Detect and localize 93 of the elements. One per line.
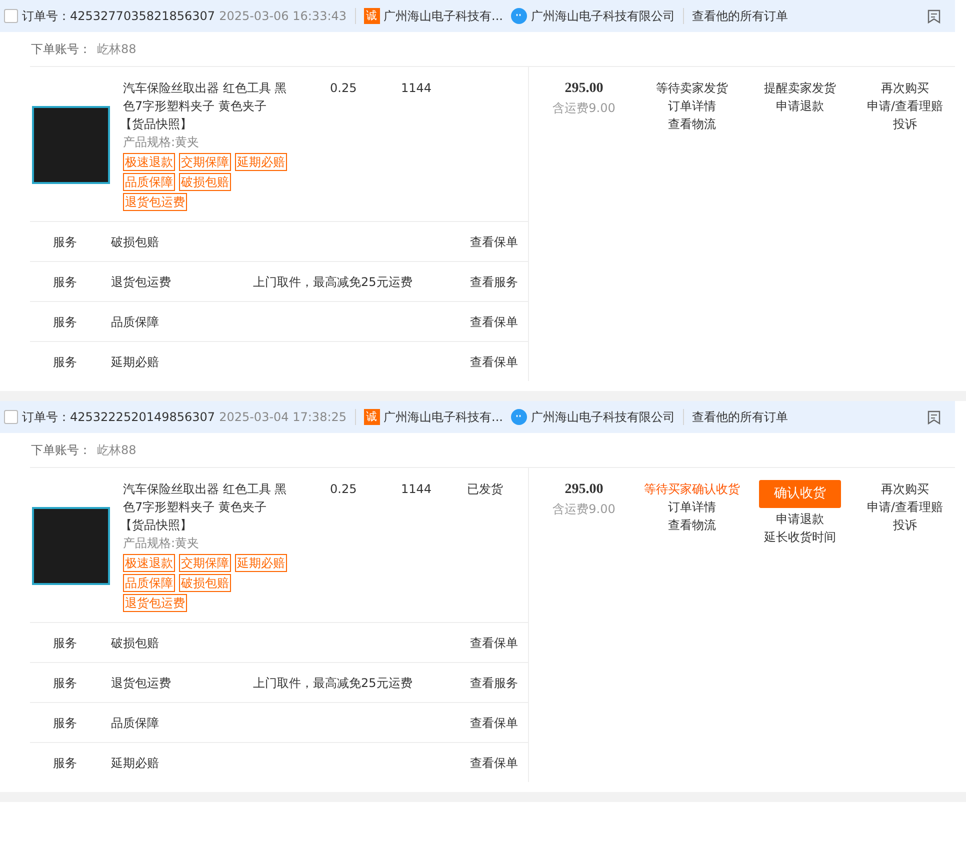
service-tag: 退货包运费 bbox=[123, 193, 187, 211]
service-label: 服务 bbox=[52, 674, 78, 692]
order-link[interactable]: 订单详情 bbox=[668, 498, 716, 516]
service-tag: 品质保障 bbox=[123, 173, 175, 191]
service-label: 服务 bbox=[52, 234, 78, 250]
service-name: 延期必赔 bbox=[111, 754, 160, 772]
shipping-fee: 含运费9.00 bbox=[552, 501, 616, 518]
action-link[interactable]: 提醒卖家发货 bbox=[764, 79, 836, 97]
service-action-link[interactable]: 查看服务 bbox=[470, 272, 518, 290]
order-link[interactable]: 查看物流 bbox=[668, 115, 716, 133]
quantity: 1144 bbox=[401, 80, 433, 97]
chat-bubble-icon[interactable] bbox=[510, 409, 527, 425]
shop-badge-icon: 诚 bbox=[364, 8, 380, 24]
order-link[interactable]: 投诉 bbox=[893, 115, 917, 133]
service-label: 服务 bbox=[52, 754, 78, 772]
service-action-link[interactable]: 查看保单 bbox=[470, 352, 518, 370]
service-tag: 破损包赔 bbox=[179, 574, 231, 592]
order-total: 295.00 bbox=[564, 80, 604, 98]
service-action-link[interactable]: 查看保单 bbox=[470, 232, 518, 250]
service-label: 服务 bbox=[52, 634, 78, 652]
quantity: 1144 bbox=[401, 481, 433, 498]
order-link[interactable]: 再次购买 bbox=[881, 480, 929, 498]
shop-name-link[interactable]: 广州海山电子科技有... bbox=[384, 408, 503, 426]
photo-placeholder[interactable] bbox=[32, 106, 110, 184]
service-tag: 极速退款 bbox=[123, 554, 175, 572]
service-tag: 交期保障 bbox=[179, 554, 231, 572]
service-action-link[interactable]: 查看保单 bbox=[470, 714, 518, 732]
service-name: 退货包运费 bbox=[111, 274, 172, 290]
order-status: 等待买家确认收货 bbox=[644, 481, 740, 498]
service-action-link[interactable]: 查看服务 bbox=[470, 674, 518, 692]
service-tag: 品质保障 bbox=[123, 574, 175, 592]
shipping-status: 已发货 bbox=[467, 481, 503, 498]
order-link[interactable]: 订单详情 bbox=[668, 97, 716, 115]
seller-name-link[interactable]: 广州海山电子科技有限公司 bbox=[530, 408, 675, 426]
action-link[interactable]: 申请退款 bbox=[776, 510, 824, 528]
order-link[interactable]: 投诉 bbox=[893, 516, 917, 534]
service-note: 上门取件，最高减免25元运费 bbox=[253, 674, 414, 692]
shipping-fee: 含运费9.00 bbox=[552, 100, 616, 117]
service-label: 服务 bbox=[52, 354, 78, 370]
shop-name-link[interactable]: 广州海山电子科技有... bbox=[384, 7, 503, 25]
account-name: 屹林88 bbox=[97, 41, 136, 58]
account-label: 下单账号： bbox=[31, 41, 91, 58]
account-label: 下单账号： bbox=[31, 442, 91, 459]
service-name: 破损包赔 bbox=[111, 234, 160, 250]
service-label: 服务 bbox=[52, 274, 78, 290]
product-title[interactable]: 汽车保险丝取出器 红色工具 黑色7字形塑料夹子 黄色夹子 bbox=[123, 79, 298, 115]
bookmark-icon[interactable] bbox=[927, 8, 941, 24]
service-name: 品质保障 bbox=[111, 314, 160, 330]
service-label: 服务 bbox=[52, 314, 78, 330]
service-name: 延期必赔 bbox=[111, 354, 160, 370]
action-link[interactable]: 申请退款 bbox=[776, 97, 824, 115]
order-time: 2025-03-04 17:38:25 bbox=[219, 409, 347, 426]
photo-placeholder[interactable] bbox=[32, 507, 110, 585]
service-tag: 延期必赔 bbox=[235, 153, 287, 171]
product-spec: 产品规格:黄夹 bbox=[123, 535, 200, 552]
service-action-link[interactable]: 查看保单 bbox=[470, 754, 518, 772]
service-tag: 退货包运费 bbox=[123, 594, 187, 612]
snapshot-link[interactable]: 【货品快照】 bbox=[120, 516, 323, 534]
snapshot-link[interactable]: 【货品快照】 bbox=[120, 115, 323, 133]
service-tag: 极速退款 bbox=[123, 153, 175, 171]
action-link[interactable]: 延长收货时间 bbox=[764, 528, 836, 546]
service-label: 服务 bbox=[52, 714, 78, 732]
service-tag: 延期必赔 bbox=[235, 554, 287, 572]
seller-name-link[interactable]: 广州海山电子科技有限公司 bbox=[530, 7, 675, 25]
order-number: 订单号：4253277035821856307 bbox=[22, 8, 216, 25]
service-tag: 破损包赔 bbox=[179, 173, 231, 191]
service-name: 品质保障 bbox=[111, 714, 160, 732]
service-name: 退货包运费 bbox=[111, 674, 172, 692]
service-name: 破损包赔 bbox=[111, 634, 160, 652]
service-action-link[interactable]: 查看保单 bbox=[470, 312, 518, 330]
service-note: 上门取件，最高减免25元运费 bbox=[253, 274, 414, 290]
order-status: 等待卖家发货 bbox=[656, 80, 728, 97]
unit-price: 0.25 bbox=[329, 481, 358, 498]
order-checkbox[interactable] bbox=[4, 9, 18, 23]
chat-bubble-icon[interactable] bbox=[510, 8, 527, 24]
product-spec: 产品规格:黄夹 bbox=[123, 134, 200, 151]
order-link[interactable]: 查看物流 bbox=[668, 516, 716, 534]
product-title[interactable]: 汽车保险丝取出器 红色工具 黑色7字形塑料夹子 黄色夹子 bbox=[123, 480, 298, 516]
service-tag: 交期保障 bbox=[179, 153, 231, 171]
order-link[interactable]: 申请/查看理赔 bbox=[866, 97, 944, 115]
order-total: 295.00 bbox=[564, 481, 604, 499]
order-checkbox[interactable] bbox=[4, 410, 18, 424]
order-link[interactable]: 再次购买 bbox=[881, 79, 929, 97]
service-action-link[interactable]: 查看保单 bbox=[470, 634, 518, 652]
order-number: 订单号：4253222520149856307 bbox=[22, 409, 216, 426]
order-time: 2025-03-06 16:33:43 bbox=[219, 8, 347, 25]
bookmark-icon[interactable] bbox=[927, 410, 941, 424]
unit-price: 0.25 bbox=[329, 80, 358, 97]
account-name: 屹林88 bbox=[97, 442, 136, 459]
all-orders-link[interactable]: 查看他的所有订单 bbox=[692, 7, 788, 25]
order-link[interactable]: 申请/查看理赔 bbox=[866, 498, 944, 516]
all-orders-link[interactable]: 查看他的所有订单 bbox=[692, 408, 788, 426]
shop-badge-icon: 诚 bbox=[364, 409, 380, 425]
